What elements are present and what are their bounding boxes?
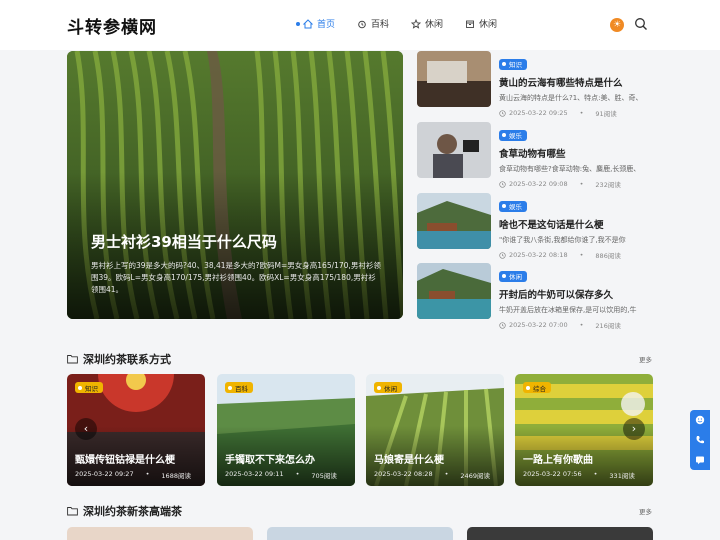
item-title[interactable]: 黄山的云海有哪些特点是什么 xyxy=(499,75,653,89)
category-tag[interactable]: 百科 xyxy=(225,382,253,393)
search-icon[interactable] xyxy=(634,17,648,31)
item-desc: 牛奶开盖后放在冰箱里保存,是可以饮用的,牛 xyxy=(499,306,637,314)
phone-icon[interactable] xyxy=(690,430,710,450)
card-meta: 2025-03-22 08:28 • 2469阅读 xyxy=(374,470,490,480)
hero-title[interactable]: 男士衬衫39相当于什么尺码 xyxy=(91,231,381,252)
card-preview[interactable] xyxy=(467,527,653,540)
item-title[interactable]: 开封后的牛奶可以保存多久 xyxy=(499,287,653,301)
thumbnail xyxy=(417,193,491,249)
item-meta: 2025-03-22 09:08 • 232阅读 xyxy=(499,179,653,189)
card-meta: 2025-03-22 09:11 • 705阅读 xyxy=(225,470,337,480)
active-dot xyxy=(296,21,300,26)
list-item[interactable]: 娱乐 啥也不是这句话是什么梗 "你谁了我八条街,我都给你谁了,我不是你 2025… xyxy=(417,193,653,260)
item-title[interactable]: 啥也不是这句话是什么梗 xyxy=(499,217,653,231)
category-tag[interactable]: 娱乐 xyxy=(499,129,527,141)
hero-banner[interactable]: 男士衬衫39相当于什么尺码 男衬衫上写的39是多大的码?40、38,41是多大的… xyxy=(67,51,403,319)
folder-icon xyxy=(67,355,78,364)
home-icon xyxy=(303,18,313,28)
item-meta: 2025-03-22 07:00 • 216阅读 xyxy=(499,320,653,330)
site-logo[interactable]: 斗转参横网 xyxy=(67,13,157,38)
list-item[interactable]: 休闲 开封后的牛奶可以保存多久 牛奶开盖后放在冰箱里保存,是可以饮用的,牛 20… xyxy=(417,263,653,330)
hero-caption: 男士衬衫39相当于什么尺码 男衬衫上写的39是多大的码?40、38,41是多大的… xyxy=(91,231,381,296)
chevron-left-icon: ‹ xyxy=(83,422,89,435)
thumbnail xyxy=(417,122,491,178)
card[interactable]: 休闲 马娘寄是什么梗 2025-03-22 08:28 • 2469阅读 xyxy=(366,374,504,486)
thumbnail xyxy=(417,51,491,107)
nav-label: 休闲 xyxy=(425,20,444,30)
list-item[interactable]: 知识 黄山的云海有哪些特点是什么 黄山云海的特点是什么?1、特点:美、胜、奇、 … xyxy=(417,51,653,118)
nav-label: 百科 xyxy=(371,20,390,30)
card-meta: 2025-03-22 07:56 • 331阅读 xyxy=(523,470,635,480)
smile-icon[interactable] xyxy=(690,410,710,430)
category-tag[interactable]: 综合 xyxy=(523,382,551,393)
item-desc: 食草动物有哪些?食草动物:兔、麋鹿,长颈鹿、 xyxy=(499,165,641,173)
clock-icon xyxy=(499,321,506,329)
site-header: 斗转参横网 首页 百科 休闲 休闲 ☀ xyxy=(0,0,720,50)
nav-baike[interactable]: 百科 xyxy=(357,17,389,30)
item-meta: 2025-03-22 09:25 • 91阅读 xyxy=(499,108,653,118)
nav-label: 休闲 xyxy=(479,20,498,30)
item-meta: 2025-03-22 08:18 • 886阅读 xyxy=(499,250,653,260)
nav-label: 首页 xyxy=(317,20,336,30)
category-tag[interactable]: 休闲 xyxy=(374,382,402,393)
main-nav: 首页 百科 休闲 休闲 xyxy=(296,17,519,30)
box-icon xyxy=(466,20,474,28)
more-link[interactable]: 更多 xyxy=(639,354,652,364)
clock-icon xyxy=(499,180,506,188)
category-tag[interactable]: 休闲 xyxy=(499,270,527,282)
card-title[interactable]: 一路上有你歌曲 xyxy=(523,451,593,466)
nav-xiuxian-2[interactable]: 休闲 xyxy=(465,17,497,30)
chevron-right-icon: › xyxy=(631,422,637,435)
card[interactable]: 百科 手镯取不下来怎么办 2025-03-22 09:11 • 705阅读 xyxy=(217,374,355,486)
card-preview[interactable] xyxy=(67,527,253,540)
hero-desc: 男衬衫上写的39是多大的码?40、38,41是多大的?欧码M=男女身高165/1… xyxy=(91,261,381,294)
star-icon xyxy=(411,18,422,29)
nav-home[interactable]: 首页 xyxy=(296,17,335,30)
alarm-icon xyxy=(358,20,366,28)
section-title: 深圳约茶联系方式 xyxy=(67,351,171,367)
card-title[interactable]: 甄嬛传钮钴禄是什么梗 xyxy=(75,451,175,466)
folder-icon xyxy=(67,507,78,516)
clock-icon xyxy=(499,109,506,117)
category-tag[interactable]: 知识 xyxy=(499,58,527,70)
thumbnail xyxy=(417,263,491,319)
more-link[interactable]: 更多 xyxy=(639,506,652,516)
item-desc: 黄山云海的特点是什么?1、特点:美、胜、奇、 xyxy=(499,94,643,102)
nav-xiuxian[interactable]: 休闲 xyxy=(411,17,443,30)
card-meta: 2025-03-22 09:27 • 1688阅读 xyxy=(75,470,191,480)
item-desc: "你谁了我八条街,我都给你谁了,我不是你 xyxy=(499,236,626,244)
card-title[interactable]: 手镯取不下来怎么办 xyxy=(225,451,315,466)
sun-icon[interactable]: ☀ xyxy=(610,18,624,32)
category-tag[interactable]: 娱乐 xyxy=(499,200,527,212)
section-title: 深圳约茶新茶高端茶 xyxy=(67,503,182,519)
category-tag[interactable]: 知识 xyxy=(75,382,103,393)
carousel-prev-button[interactable]: ‹ xyxy=(75,418,97,440)
card-title[interactable]: 马娘寄是什么梗 xyxy=(374,451,444,466)
message-icon[interactable] xyxy=(690,450,710,470)
item-title[interactable]: 食草动物有哪些 xyxy=(499,146,653,160)
clock-icon xyxy=(499,251,506,259)
card-preview[interactable] xyxy=(267,527,453,540)
floating-contact-bar xyxy=(690,410,710,470)
list-item[interactable]: 娱乐 食草动物有哪些 食草动物有哪些?食草动物:兔、麋鹿,长颈鹿、 2025-0… xyxy=(417,122,653,189)
carousel-next-button[interactable]: › xyxy=(623,418,645,440)
